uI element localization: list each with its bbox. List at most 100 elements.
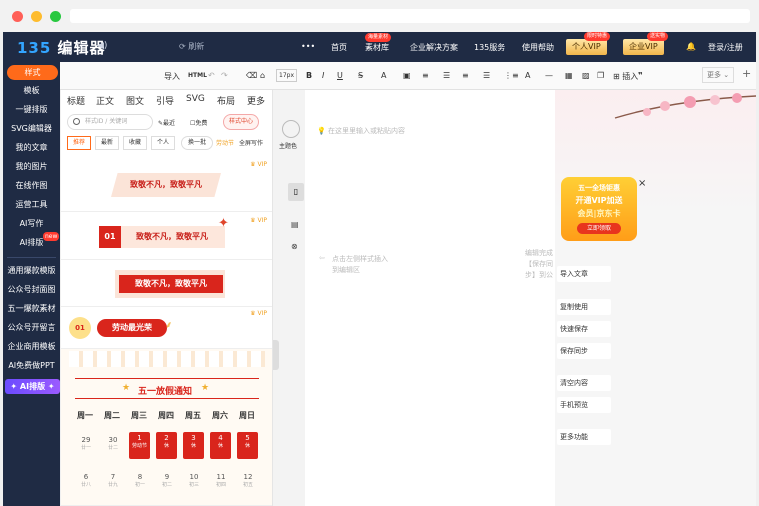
- table-icon[interactable]: ▦: [565, 71, 573, 80]
- close-icon[interactable]: ×: [638, 178, 646, 189]
- promo-claim-button[interactable]: 立即领取: [577, 223, 621, 234]
- gallery-icon[interactable]: ❐: [597, 71, 604, 80]
- nav-enterprise[interactable]: 企业解决方案: [410, 42, 458, 53]
- panel-collapse-handle[interactable]: [273, 340, 279, 370]
- copy-icon[interactable]: ▤: [291, 220, 299, 229]
- personal-vip-button[interactable]: 个人VIP: [566, 39, 607, 55]
- festival-tag[interactable]: 劳动节: [216, 138, 234, 147]
- quote-icon[interactable]: ❞: [638, 71, 643, 80]
- undo-icon[interactable]: ↶: [208, 71, 215, 80]
- tab-title[interactable]: 标题: [67, 94, 85, 107]
- style-center-button[interactable]: 样式中心: [223, 114, 260, 130]
- nav-material[interactable]: 素材库: [365, 42, 389, 53]
- sidebar-item-ai-write[interactable]: AI写作: [3, 218, 60, 229]
- line-spacing-icon[interactable]: ☰: [443, 71, 450, 80]
- add-icon[interactable]: +: [742, 67, 751, 80]
- chip-favorite[interactable]: 收藏: [123, 136, 147, 150]
- html-button[interactable]: HTML: [188, 72, 207, 79]
- sidebar-item-template[interactable]: 模板: [3, 85, 60, 96]
- eraser-icon[interactable]: ⌫: [246, 71, 257, 80]
- calendar-card[interactable]: ★ 五一放假通知 ★ 周一 周二 周三 周四 周五 周六 周日 29 廿一 30 廿…: [61, 349, 272, 506]
- import-button[interactable]: 导入: [164, 71, 180, 82]
- tab-body[interactable]: 正文: [96, 94, 114, 107]
- palette-icon[interactable]: [282, 120, 300, 138]
- sidebar-item-cover[interactable]: 公众号封面图: [3, 284, 60, 295]
- chip-personal[interactable]: 个人: [151, 136, 175, 150]
- address-bar[interactable]: [70, 9, 750, 23]
- sidebar-item-mayday[interactable]: 五一爆款素材: [3, 303, 60, 314]
- sidebar-item-svg[interactable]: SVG编辑器: [3, 123, 60, 134]
- ai-layout-button[interactable]: ✦ AI排版 ✦: [5, 379, 60, 394]
- style-card[interactable]: ♛ VIP 01 致敬不凡，致敬平凡 ✦: [61, 212, 272, 260]
- align-left-icon[interactable]: ≡: [422, 71, 429, 80]
- divider-icon[interactable]: —: [545, 71, 553, 80]
- promo-popup[interactable]: 五一全场钜惠 开通VIP加送 会员|京东卡 立即领取: [561, 177, 637, 241]
- fullscreen-write-button[interactable]: 全屏写作: [239, 138, 263, 147]
- list-icon[interactable]: ⋮≡: [504, 71, 519, 80]
- swap-batch-button[interactable]: 换一批: [181, 136, 213, 150]
- editor-title-placeholder[interactable]: 💡 在这里里输入或粘贴内容: [317, 126, 405, 136]
- save-sync-button[interactable]: 保存同步: [557, 343, 611, 359]
- more-menu-icon[interactable]: •••: [301, 42, 315, 51]
- tab-image-text[interactable]: 图文: [126, 94, 144, 107]
- chip-latest[interactable]: 最新: [95, 136, 119, 150]
- format-painter-icon[interactable]: ⌂: [260, 71, 265, 80]
- chip-recommend[interactable]: 推荐: [67, 136, 91, 150]
- close-circle-icon[interactable]: ⊗: [291, 242, 298, 251]
- align-center-icon[interactable]: ≡: [462, 71, 469, 80]
- clear-content-button[interactable]: 清空内容: [557, 375, 611, 391]
- sidebar-item-enterprise[interactable]: 企业商用模板: [3, 341, 60, 352]
- bold-icon[interactable]: B: [306, 71, 312, 80]
- nav-service[interactable]: 135服务: [474, 42, 505, 53]
- tab-layout[interactable]: 布局: [217, 94, 235, 107]
- style-card[interactable]: ♛ VIP 致敬不凡，致敬平凡: [61, 156, 272, 212]
- style-card[interactable]: ♛ VIP 01 劳动最光荣 ⸙: [61, 307, 272, 349]
- italic-icon[interactable]: I: [322, 71, 324, 80]
- sidebar-item-articles[interactable]: 我的文章: [3, 142, 60, 153]
- sidebar-item-hot-templates[interactable]: 通用爆款模版: [3, 265, 60, 276]
- tab-svg[interactable]: SVG: [186, 94, 205, 104]
- mobile-preview-button[interactable]: 手机预览: [557, 397, 611, 413]
- enterprise-vip-button[interactable]: 企业VIP: [623, 39, 664, 55]
- minimize-window-button[interactable]: [31, 11, 42, 22]
- font-color-icon[interactable]: A: [381, 71, 386, 80]
- maximize-window-button[interactable]: [50, 11, 61, 22]
- latest-filter[interactable]: ✎最近: [158, 118, 175, 127]
- document-icon[interactable]: ▯: [288, 183, 304, 201]
- strikethrough-icon[interactable]: S̶: [358, 71, 363, 80]
- free-checkbox[interactable]: ☐免费: [190, 118, 207, 127]
- sidebar-item-drawing[interactable]: 在线作图: [3, 180, 60, 191]
- sidebar-item-comments[interactable]: 公众号开留言: [3, 322, 60, 333]
- sidebar-item-images[interactable]: 我的图片: [3, 161, 60, 172]
- speaker-icon[interactable]: ◀): [97, 41, 107, 51]
- font-size-select[interactable]: 17px: [276, 69, 297, 82]
- refresh-button[interactable]: ⟳ 刷新: [179, 41, 204, 52]
- quick-save-button[interactable]: 快速保存: [557, 321, 611, 337]
- nav-help[interactable]: 使用帮助: [522, 42, 554, 53]
- image-icon[interactable]: ▨: [582, 71, 590, 80]
- close-window-button[interactable]: [12, 11, 23, 22]
- more-functions-button[interactable]: 更多功能: [557, 429, 611, 445]
- sidebar-item-onekey[interactable]: 一键排版: [3, 104, 60, 115]
- app-logo[interactable]: 135 编辑器: [17, 37, 106, 58]
- tab-more[interactable]: 更多: [247, 94, 265, 107]
- editor-area[interactable]: 💡 在这里里输入或粘贴内容 ⇦ 点击左侧样式插入到编辑区 编辑完成【保存同步】到…: [305, 90, 555, 506]
- insert-menu[interactable]: ⊞ 插入: [613, 71, 638, 82]
- tab-guide[interactable]: 引导: [156, 94, 174, 107]
- style-search-input[interactable]: 样式ID / 关键词: [67, 114, 153, 130]
- text-height-icon[interactable]: A: [525, 71, 530, 80]
- login-link[interactable]: 登录/注册: [708, 42, 743, 53]
- sidebar-item-ppt[interactable]: AI免费做PPT: [3, 360, 60, 371]
- background-color-icon[interactable]: ▣: [403, 71, 411, 80]
- copy-use-button[interactable]: 复制使用: [557, 299, 611, 315]
- more-toolbar-button[interactable]: 更多 ⌄: [702, 67, 735, 83]
- underline-icon[interactable]: U: [337, 71, 343, 80]
- sidebar-item-tools[interactable]: 运营工具: [3, 199, 60, 210]
- redo-icon[interactable]: ↷: [221, 71, 228, 80]
- sidebar-item-style[interactable]: 样式: [7, 65, 58, 80]
- nav-home[interactable]: 首页: [331, 42, 347, 53]
- indent-icon[interactable]: ☰: [483, 71, 490, 80]
- bell-icon[interactable]: 🔔: [686, 42, 696, 51]
- import-article-button[interactable]: 导入文章: [557, 266, 611, 282]
- style-card[interactable]: 致敬不凡，致敬平凡: [61, 260, 272, 307]
